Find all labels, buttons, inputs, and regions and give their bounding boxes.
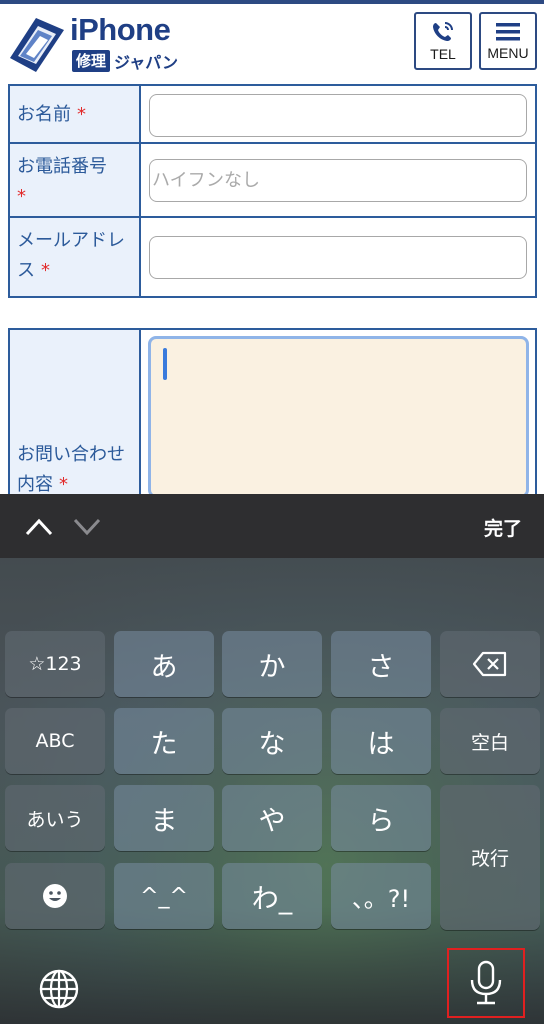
- key-space[interactable]: 空白: [440, 708, 540, 774]
- required-mark: *: [77, 104, 86, 125]
- ios-keyboard: 完了 ☆123 あ か さ ABC た な は 空白 あいう ま や ら 改行 …: [0, 494, 544, 1024]
- form-row-tel: お電話番号 * ハイフンなし: [8, 142, 537, 218]
- key-a[interactable]: あ: [114, 631, 214, 697]
- menu-button-label: MENU: [487, 45, 529, 61]
- tel-button[interactable]: TEL: [414, 12, 472, 70]
- logo-icon[interactable]: [6, 14, 68, 74]
- name-label: お名前 *: [10, 86, 141, 142]
- key-punctuation[interactable]: 、。?!: [331, 863, 431, 929]
- site-header: iPhone 修理 ジャパン TEL MENU: [0, 4, 544, 84]
- form-row-message: お問い合わせ内容 *: [8, 328, 537, 498]
- key-emoji[interactable]: [5, 863, 105, 929]
- message-textarea[interactable]: [148, 336, 529, 498]
- next-field-icon[interactable]: [72, 512, 102, 540]
- form-row-name: お名前 *: [8, 84, 537, 144]
- name-input[interactable]: [149, 94, 527, 137]
- message-label-text: お問い合わせ内容: [17, 444, 125, 495]
- required-mark: *: [17, 186, 26, 207]
- key-hiragana-mode[interactable]: あいう: [5, 785, 105, 851]
- tel-button-label: TEL: [430, 46, 456, 62]
- contact-form: お名前 * お電話番号 * ハイフンなし メールアドレス * お問い合わせ内容 *: [0, 84, 544, 498]
- tel-input[interactable]: ハイフンなし: [149, 159, 527, 202]
- key-symbols[interactable]: ☆123: [5, 631, 105, 697]
- message-label: お問い合わせ内容 *: [10, 330, 141, 498]
- phone-icon: [433, 22, 453, 41]
- key-kaomoji[interactable]: ^_^: [114, 863, 214, 929]
- globe-icon[interactable]: [38, 968, 80, 1010]
- microphone-icon[interactable]: [466, 960, 506, 1006]
- done-button[interactable]: 完了: [484, 514, 522, 541]
- form-row-mail: メールアドレス *: [8, 216, 537, 298]
- keyboard-toolbar: 完了: [0, 494, 544, 558]
- logo-title[interactable]: iPhone: [70, 12, 171, 48]
- mail-label: メールアドレス *: [10, 218, 141, 296]
- key-ka[interactable]: か: [222, 631, 322, 697]
- mail-label-text: メールアドレス: [17, 230, 125, 281]
- key-sa[interactable]: さ: [331, 631, 431, 697]
- backspace-icon: [472, 651, 507, 677]
- logo-badge: 修理: [72, 50, 111, 72]
- key-ta[interactable]: た: [114, 708, 214, 774]
- mail-input[interactable]: [149, 236, 527, 279]
- key-delete[interactable]: [440, 631, 540, 697]
- logo-subtitle: 修理 ジャパン: [72, 50, 178, 72]
- key-na[interactable]: な: [222, 708, 322, 774]
- key-return[interactable]: 改行: [440, 785, 540, 930]
- required-mark: *: [41, 260, 50, 281]
- key-abc[interactable]: ABC: [5, 708, 105, 774]
- logo-subtitle-text: ジャパン: [114, 53, 179, 72]
- text-caret: [163, 348, 167, 380]
- tel-label-text: お電話番号: [17, 156, 107, 177]
- required-mark: *: [59, 474, 68, 495]
- key-ha[interactable]: は: [331, 708, 431, 774]
- tel-label: お電話番号 *: [10, 144, 141, 216]
- emoji-icon: [43, 884, 67, 908]
- hamburger-icon: [496, 23, 520, 41]
- previous-field-icon[interactable]: [24, 512, 54, 540]
- key-ma[interactable]: ま: [114, 785, 214, 851]
- menu-button[interactable]: MENU: [479, 12, 537, 70]
- name-label-text: お名前: [17, 104, 71, 125]
- key-ra[interactable]: ら: [331, 785, 431, 851]
- key-wa[interactable]: わ_: [222, 863, 322, 929]
- key-ya[interactable]: や: [222, 785, 322, 851]
